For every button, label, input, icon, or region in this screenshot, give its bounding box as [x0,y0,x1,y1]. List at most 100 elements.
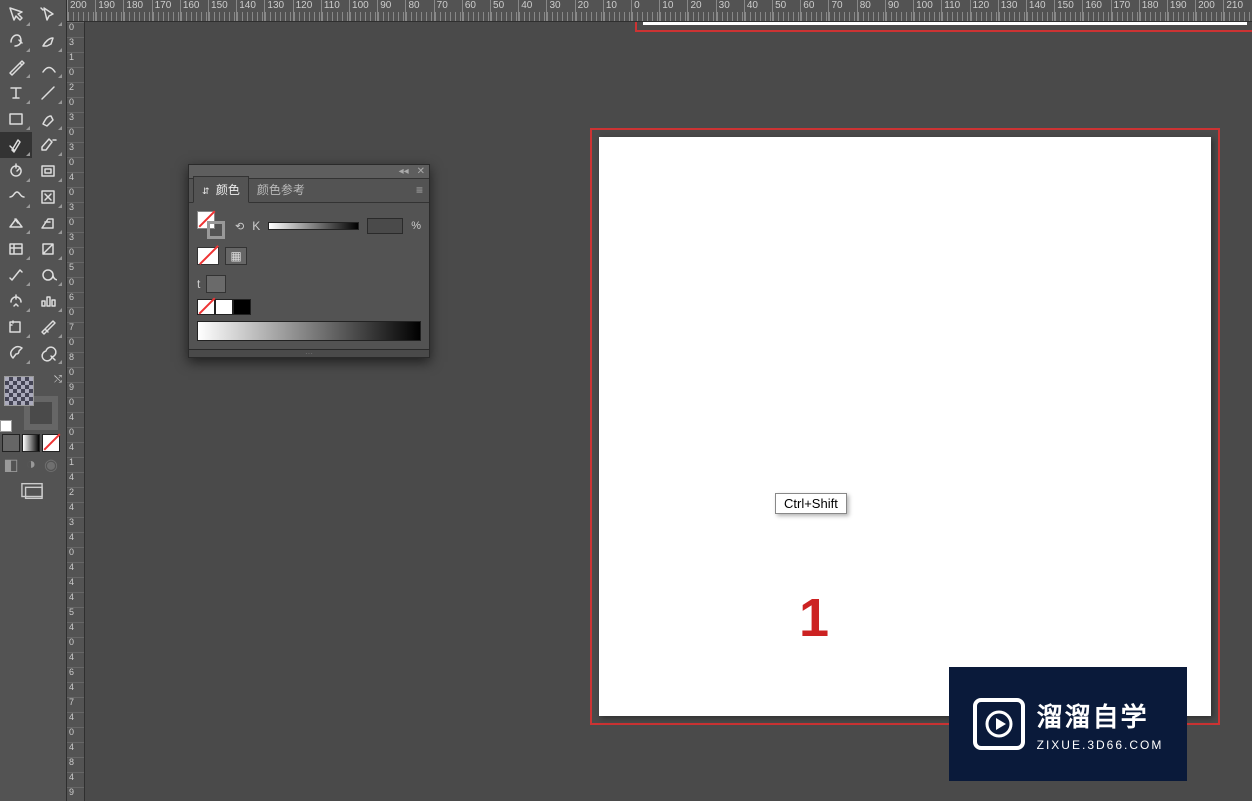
perspective-grid-tool[interactable] [32,210,64,236]
ruler-tick: 190 [95,0,123,22]
k-channel-label: K [252,219,260,233]
ruler-tick: 40 [518,0,546,22]
ruler-tick: 4 [67,172,84,187]
none-mode-button[interactable] [42,434,60,452]
ruler-tick: 210 [1223,0,1251,22]
ruler-tick: 4 [67,592,84,607]
width-tool[interactable] [0,184,32,210]
panel-close-icon[interactable]: ✕ [417,166,425,177]
ruler-tick: 60 [800,0,828,22]
paintbrush-tool[interactable] [32,106,64,132]
swatch-black[interactable] [233,299,251,315]
color-panel[interactable]: ◂◂ ✕ ⇵ 颜色 颜色参考 ≡ ⟲ K % ▦ [188,164,430,358]
selection-tool[interactable] [0,2,32,28]
panel-none-icon[interactable] [197,247,219,265]
screen-mode-button[interactable] [0,482,64,500]
panel-swap-icon[interactable]: ⟲ [235,220,244,233]
gradient-mode-button[interactable] [22,434,40,452]
panel-collapse-icon[interactable]: ◂◂ [399,166,409,177]
ruler-tick: 50 [490,0,518,22]
default-fill-stroke-icon[interactable] [0,420,12,432]
ruler-tick: 4 [67,562,84,577]
ruler-tick: 90 [885,0,913,22]
swap-fill-stroke-icon[interactable]: ⤭ [54,374,62,385]
ruler-tick: 20 [687,0,715,22]
ruler-tick: 130 [998,0,1026,22]
ruler-tick: 9 [67,787,84,801]
last-color-icon[interactable]: ▦ [225,247,247,265]
ruler-tick: 100 [349,0,377,22]
ruler-tick: 3 [67,517,84,532]
ruler-tick: 90 [377,0,405,22]
rotate-tool[interactable] [0,158,32,184]
ruler-tick: 110 [321,0,349,22]
direct-selection-tool[interactable] [32,2,64,28]
key-modifier-tooltip: Ctrl+Shift [775,493,847,514]
tint-icon[interactable]: t [197,277,200,291]
draw-normal-icon[interactable]: ◧ [2,456,20,474]
zoom-tool[interactable] [32,340,64,366]
ruler-tick: 0 [67,97,84,112]
vertical-ruler: 0310203030403030506070809040414243404445… [67,22,85,801]
ruler-tick: 0 [67,277,84,292]
swatch-none[interactable] [197,299,215,315]
mesh-tool[interactable] [0,236,32,262]
tab-color-guide[interactable]: 颜色参考 [249,177,313,202]
scale-tool[interactable] [32,158,64,184]
ruler-tick: 4 [67,652,84,667]
curvature-tool[interactable] [32,54,64,80]
panel-menu-icon[interactable]: ≡ [416,183,423,197]
k-value-input[interactable] [367,218,403,234]
ruler-tick: 4 [67,742,84,757]
ruler-tick: 8 [67,352,84,367]
grayscale-spectrum[interactable] [197,321,421,341]
ruler-tick: 0 [67,67,84,82]
ruler-tick: 4 [67,442,84,457]
magic-wand-tool[interactable] [0,28,32,54]
tint-swatch[interactable] [206,275,226,293]
ruler-tick: 100 [913,0,941,22]
fill-swatch[interactable] [4,376,34,406]
tab-color[interactable]: ⇵ 颜色 [193,176,249,203]
blend-tool[interactable] [32,262,64,288]
artboard-1-outline[interactable]: 1 [590,128,1220,725]
artboard-1-page: 1 [599,137,1211,716]
ruler-tick: 0 [67,127,84,142]
artboard-tool[interactable] [0,314,32,340]
draw-inside-icon[interactable]: ◉ [42,456,60,474]
fill-stroke-swatches[interactable]: ⤭ [0,372,64,432]
hand-tool[interactable] [0,340,32,366]
lasso-tool[interactable] [32,28,64,54]
eyedropper-tool[interactable] [0,262,32,288]
draw-behind-icon[interactable]: ◑ [22,456,40,474]
column-graph-tool[interactable] [32,288,64,314]
shaper-tool[interactable] [0,132,32,158]
color-mode-button[interactable] [2,434,20,452]
panel-fill-stroke-proxy[interactable] [197,211,227,241]
free-transform-tool[interactable] [32,184,64,210]
horizontal-ruler: 2001901801701601501401301201101009080706… [67,0,1252,22]
ruler-tick: 7 [67,697,84,712]
ruler-tick: 4 [67,577,84,592]
gradient-tool[interactable] [32,236,64,262]
ruler-tick: 80 [857,0,885,22]
ruler-tick: 2 [67,82,84,97]
artboard-1-number: 1 [799,587,829,649]
ruler-tick: 8 [67,757,84,772]
type-tool[interactable] [0,80,32,106]
pen-tool[interactable] [0,54,32,80]
panel-resize-grip[interactable]: ··· [189,349,429,357]
tab-flyout-icon: ⇵ [202,186,210,196]
line-tool[interactable] [32,80,64,106]
ruler-tick: 4 [67,532,84,547]
symbol-sprayer-tool[interactable] [0,288,32,314]
swatch-white[interactable] [215,299,233,315]
slice-tool[interactable] [32,314,64,340]
ruler-tick: 2 [67,487,84,502]
shape-builder-tool[interactable] [0,210,32,236]
ruler-tick: 30 [546,0,574,22]
ruler-tick: 4 [67,502,84,517]
rectangle-tool[interactable] [0,106,32,132]
k-slider[interactable] [268,222,359,230]
eraser-tool[interactable] [32,132,64,158]
